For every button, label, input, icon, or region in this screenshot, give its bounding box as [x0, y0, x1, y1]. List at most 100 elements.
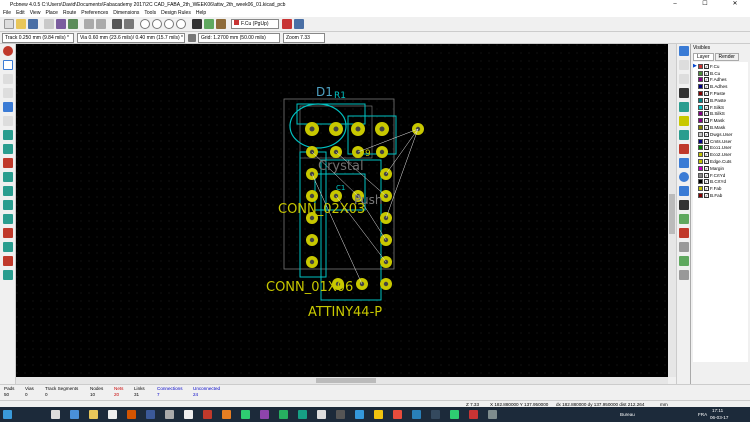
layer-row[interactable]: ✓ Dwgs.User [693, 131, 748, 138]
app-icon[interactable] [184, 410, 193, 419]
language-indicator[interactable]: FRA [698, 412, 707, 417]
zoom-out-icon[interactable] [152, 19, 162, 29]
layer-row[interactable]: ✓ F.Paste [693, 90, 748, 97]
layer-color-swatch[interactable] [698, 97, 703, 103]
start-button-icon[interactable] [3, 410, 12, 419]
horizontal-scrollbar[interactable] [16, 377, 668, 384]
layer-color-swatch[interactable] [698, 179, 703, 185]
zoom-in-icon[interactable] [140, 19, 150, 29]
track-width-select[interactable]: Track 0.250 mm (9.84 mils) * [2, 32, 74, 43]
zoom-redraw-icon[interactable] [164, 19, 174, 29]
app-icon[interactable] [222, 410, 231, 419]
select-tool-icon[interactable] [679, 46, 689, 56]
explorer-icon[interactable] [89, 410, 98, 419]
drc-off-icon[interactable] [3, 46, 13, 56]
netlist-icon[interactable] [204, 19, 214, 29]
module-ratsnest-icon[interactable] [3, 144, 13, 154]
pad-sketch-icon[interactable] [3, 200, 13, 210]
add-zone-icon[interactable] [679, 130, 689, 140]
layer-color-swatch[interactable] [698, 91, 703, 97]
print-icon[interactable] [112, 19, 122, 29]
app-icon[interactable] [336, 410, 345, 419]
layer-row[interactable]: ✓ B.SilkS [693, 111, 748, 118]
edge-icon[interactable] [70, 410, 79, 419]
layer-visibility-checkbox[interactable]: ✓ [704, 152, 709, 158]
grid-origin-icon[interactable] [679, 270, 689, 280]
grid-icon[interactable] [3, 60, 13, 70]
menu-preferences[interactable]: Preferences [81, 10, 108, 16]
menu-dimensions[interactable]: Dimensions [113, 10, 139, 16]
layer-row[interactable]: ✓ F.CrtYd [693, 172, 748, 179]
clock-time[interactable]: 17:11 [712, 408, 723, 413]
menu-edit[interactable]: Edit [16, 10, 25, 16]
mm-units-icon[interactable] [3, 102, 13, 112]
layer-row[interactable]: ✓ Eco2.User [693, 151, 748, 158]
microwave-toolbar-icon[interactable] [3, 256, 13, 266]
add-target-icon[interactable] [679, 228, 689, 238]
add-via-icon[interactable] [679, 116, 689, 126]
layer-row[interactable]: ✓ B.CrtYd [693, 179, 748, 186]
tab-layer[interactable]: Layer [693, 53, 714, 61]
new-board-icon[interactable] [4, 19, 14, 29]
layer-visibility-checkbox[interactable]: ✓ [704, 179, 709, 185]
grid-select[interactable]: Grid: 1.2700 mm (50.00 mils) [198, 32, 280, 43]
set-origin-icon[interactable] [679, 256, 689, 266]
zoom-fit-icon[interactable] [176, 19, 186, 29]
cursor-shape-icon[interactable] [3, 116, 13, 126]
search-icon[interactable] [51, 410, 60, 419]
zoom-select[interactable]: Zoom 7.33 [283, 32, 325, 43]
local-ratsnest-icon[interactable] [679, 74, 689, 84]
layer-visibility-checkbox[interactable]: ✓ [704, 186, 709, 192]
app-icon[interactable] [165, 410, 174, 419]
maximize-button[interactable]: ☐ [690, 0, 720, 9]
layer-color-swatch[interactable] [698, 70, 703, 76]
desktop-label[interactable]: Bureau [620, 412, 635, 417]
pcbnew-taskbar-icon[interactable] [469, 410, 478, 419]
add-line-icon[interactable] [679, 158, 689, 168]
track-sketch-icon[interactable] [3, 228, 13, 238]
layer-row[interactable]: ✓ B.Paste [693, 97, 748, 104]
high-contrast-icon[interactable] [3, 242, 13, 252]
layer-visibility-checkbox[interactable]: ✓ [704, 172, 709, 178]
app-icon[interactable] [412, 410, 421, 419]
app-icon[interactable] [241, 410, 250, 419]
drc-icon[interactable] [216, 19, 226, 29]
auto-delete-track-icon[interactable] [3, 158, 13, 168]
horizontal-scroll-thumb[interactable] [316, 378, 376, 383]
menu-file[interactable]: File [3, 10, 11, 16]
add-text-icon[interactable] [679, 200, 689, 210]
layer-visibility-checkbox[interactable]: ✓ [704, 70, 709, 76]
layer-visibility-checkbox[interactable]: ✓ [704, 138, 709, 144]
inch-units-icon[interactable] [3, 88, 13, 98]
layer-color-swatch[interactable] [698, 152, 703, 158]
store-icon[interactable] [108, 410, 117, 419]
tab-render[interactable]: Render [714, 53, 739, 61]
pcb-canvas[interactable]: D1 R1 9 Crystal C1 Push CONN_02X03 CONN_… [16, 44, 668, 377]
layer-color-swatch[interactable] [698, 159, 703, 165]
find-icon[interactable] [192, 19, 202, 29]
layer-pair-icon[interactable] [282, 19, 292, 29]
add-module-icon[interactable] [679, 88, 689, 98]
highlight-net-icon[interactable] [679, 60, 689, 70]
layer-color-swatch[interactable] [698, 84, 703, 90]
layer-color-swatch[interactable] [698, 145, 703, 151]
layer-color-swatch[interactable] [698, 165, 703, 171]
layer-color-swatch[interactable] [698, 118, 703, 124]
layer-row[interactable]: ✓ B.Mask [693, 124, 748, 131]
layer-color-swatch[interactable] [698, 172, 703, 178]
layer-row[interactable]: ✓ F.Mask [693, 117, 748, 124]
autoroute-icon[interactable] [294, 19, 304, 29]
layer-row[interactable]: ✓ F.Fab [693, 185, 748, 192]
route-track-icon[interactable] [679, 102, 689, 112]
layer-visibility-checkbox[interactable]: ✓ [704, 97, 709, 103]
app-icon[interactable] [355, 410, 364, 419]
via-size-select[interactable]: Via 0.60 mm (23.6 mils)/ 0.40 mm (15.7 m… [77, 32, 185, 43]
zone-outline-icon[interactable] [3, 186, 13, 196]
add-circle-icon[interactable] [679, 172, 689, 182]
layer-visibility-checkbox[interactable]: ✓ [704, 104, 709, 110]
layer-row[interactable]: ✓ Eco1.User [693, 145, 748, 152]
add-dimension-icon[interactable] [679, 214, 689, 224]
module-editor-icon[interactable] [68, 19, 78, 29]
minimize-button[interactable]: – [660, 0, 690, 9]
layer-row[interactable]: ✓ F.SilkS [693, 104, 748, 111]
